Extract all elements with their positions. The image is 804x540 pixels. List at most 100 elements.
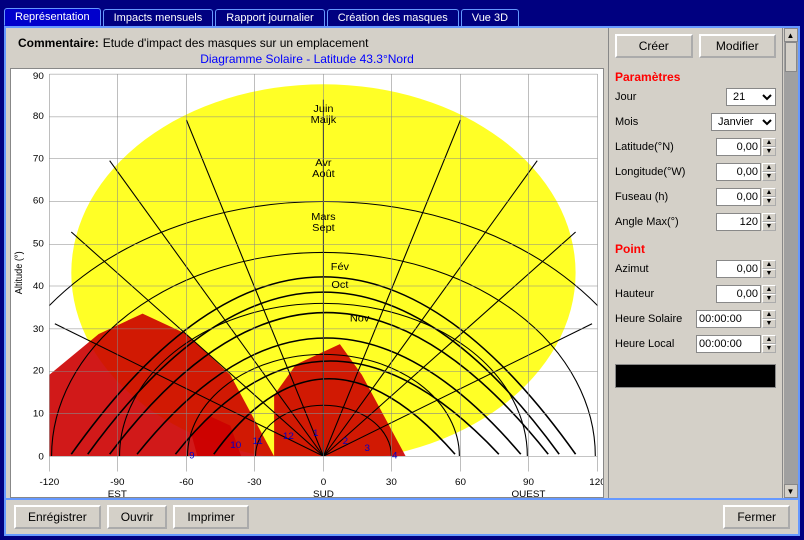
fuseau-arrows: ▲ ▼ bbox=[762, 188, 776, 206]
top-section: Commentaire: Etude d'impact des masques … bbox=[6, 28, 798, 498]
latitude-up[interactable]: ▲ bbox=[762, 138, 776, 147]
longitude-control: ▲ ▼ bbox=[716, 163, 776, 181]
svg-text:Fév: Fév bbox=[331, 261, 350, 273]
svg-text:30: 30 bbox=[33, 324, 44, 335]
azimut-input[interactable] bbox=[716, 260, 761, 278]
svg-text:10: 10 bbox=[33, 409, 44, 420]
ouvrir-button[interactable]: Ouvrir bbox=[107, 505, 168, 529]
heure-solaire-row: Heure Solaire ▲ ▼ bbox=[615, 310, 776, 328]
enregistrer-button[interactable]: Enrégistrer bbox=[14, 505, 101, 529]
hauteur-control: ▲ ▼ bbox=[716, 285, 776, 303]
svg-text:1: 1 bbox=[313, 428, 318, 439]
heure-local-input[interactable] bbox=[696, 335, 761, 353]
heure-solaire-up[interactable]: ▲ bbox=[762, 310, 776, 319]
jour-row: Jour 21 bbox=[615, 88, 776, 106]
diagram-area: Commentaire: Etude d'impact des masques … bbox=[6, 28, 608, 498]
fuseau-input[interactable] bbox=[716, 188, 761, 206]
svg-text:4: 4 bbox=[392, 451, 398, 462]
heure-local-control: ▲ ▼ bbox=[696, 335, 776, 353]
heure-local-down[interactable]: ▼ bbox=[762, 344, 776, 353]
heure-local-label: Heure Local bbox=[615, 338, 696, 350]
diagram-wrapper: Juin Maijk Avr Août Mars Sept Fév Oct No… bbox=[10, 68, 604, 498]
svg-text:-90: -90 bbox=[110, 477, 124, 488]
longitude-arrows: ▲ ▼ bbox=[762, 163, 776, 181]
imprimer-button[interactable]: Imprimer bbox=[173, 505, 248, 529]
color-box bbox=[615, 364, 776, 388]
tab-rapport-journalier[interactable]: Rapport journalier bbox=[215, 9, 324, 26]
latitude-arrows: ▲ ▼ bbox=[762, 138, 776, 156]
solar-diagram-svg: Juin Maijk Avr Août Mars Sept Fév Oct No… bbox=[11, 69, 603, 497]
azimut-up[interactable]: ▲ bbox=[762, 260, 776, 269]
hauteur-input[interactable] bbox=[716, 285, 761, 303]
tab-vue-3d[interactable]: Vue 3D bbox=[461, 9, 519, 26]
angle-max-down[interactable]: ▼ bbox=[762, 222, 776, 231]
svg-text:Sept: Sept bbox=[312, 222, 335, 234]
svg-text:90: 90 bbox=[33, 71, 44, 82]
main-content: Commentaire: Etude d'impact des masques … bbox=[4, 26, 800, 536]
angle-max-up[interactable]: ▲ bbox=[762, 213, 776, 222]
mois-control: Janvier Février Mars Avril Mai Juin Juil… bbox=[711, 113, 776, 131]
hauteur-up[interactable]: ▲ bbox=[762, 285, 776, 294]
hauteur-label: Hauteur bbox=[615, 288, 716, 300]
heure-solaire-input[interactable] bbox=[696, 310, 761, 328]
scroll-up-arrow[interactable]: ▲ bbox=[784, 28, 798, 42]
fuseau-down[interactable]: ▼ bbox=[762, 197, 776, 206]
svg-text:Oct: Oct bbox=[331, 279, 348, 291]
tab-representation[interactable]: Représentation bbox=[4, 8, 101, 26]
svg-text:-30: -30 bbox=[247, 477, 261, 488]
latitude-row: Latitude(°N) ▲ ▼ bbox=[615, 138, 776, 156]
longitude-down[interactable]: ▼ bbox=[762, 172, 776, 181]
latitude-input[interactable] bbox=[716, 138, 761, 156]
angle-max-input[interactable] bbox=[716, 213, 761, 231]
svg-text:40: 40 bbox=[33, 281, 44, 292]
creer-button[interactable]: Créer bbox=[615, 34, 693, 58]
svg-text:-60: -60 bbox=[179, 477, 193, 488]
svg-text:-120: -120 bbox=[40, 477, 60, 488]
fuseau-up[interactable]: ▲ bbox=[762, 188, 776, 197]
azimut-down[interactable]: ▼ bbox=[762, 269, 776, 278]
tab-creation-masques[interactable]: Création des masques bbox=[327, 9, 459, 26]
azimut-label: Azimut bbox=[615, 263, 716, 275]
svg-text:Août: Août bbox=[312, 168, 335, 180]
svg-text:12: 12 bbox=[283, 431, 294, 442]
svg-text:60: 60 bbox=[455, 477, 466, 488]
angle-max-arrows: ▲ ▼ bbox=[762, 213, 776, 231]
svg-text:60: 60 bbox=[33, 196, 44, 207]
latitude-control: ▲ ▼ bbox=[716, 138, 776, 156]
modifier-button[interactable]: Modifier bbox=[699, 34, 777, 58]
heure-local-up[interactable]: ▲ bbox=[762, 335, 776, 344]
comment-text: Etude d'impact des masques sur un emplac… bbox=[103, 36, 369, 50]
svg-text:0: 0 bbox=[321, 477, 326, 488]
hauteur-down[interactable]: ▼ bbox=[762, 294, 776, 303]
heure-solaire-down[interactable]: ▼ bbox=[762, 319, 776, 328]
svg-text:30: 30 bbox=[386, 477, 397, 488]
svg-text:Nov: Nov bbox=[350, 313, 370, 325]
mois-label: Mois bbox=[615, 116, 711, 128]
svg-text:Juin: Juin bbox=[313, 103, 333, 115]
jour-control: 21 bbox=[726, 88, 776, 106]
longitude-up[interactable]: ▲ bbox=[762, 163, 776, 172]
scroll-track[interactable] bbox=[784, 42, 798, 484]
latitude-down[interactable]: ▼ bbox=[762, 147, 776, 156]
point-title: Point bbox=[615, 242, 776, 256]
longitude-input[interactable] bbox=[716, 163, 761, 181]
svg-text:11: 11 bbox=[253, 436, 263, 447]
mois-select[interactable]: Janvier Février Mars Avril Mai Juin Juil… bbox=[711, 113, 776, 131]
fuseau-control: ▲ ▼ bbox=[716, 188, 776, 206]
svg-text:20: 20 bbox=[33, 366, 44, 377]
hauteur-row: Hauteur ▲ ▼ bbox=[615, 285, 776, 303]
azimut-row: Azimut ▲ ▼ bbox=[615, 260, 776, 278]
scroll-thumb[interactable] bbox=[785, 42, 797, 72]
svg-text:90: 90 bbox=[523, 477, 534, 488]
comment-row: Commentaire: Etude d'impact des masques … bbox=[10, 32, 604, 52]
fermer-button[interactable]: Fermer bbox=[723, 505, 790, 529]
jour-select[interactable]: 21 bbox=[726, 88, 776, 106]
tab-impacts-mensuels[interactable]: Impacts mensuels bbox=[103, 9, 214, 26]
angle-max-control: ▲ ▼ bbox=[716, 213, 776, 231]
svg-text:2: 2 bbox=[343, 436, 348, 447]
fuseau-label: Fuseau (h) bbox=[615, 191, 716, 203]
scroll-down-arrow[interactable]: ▼ bbox=[784, 484, 798, 498]
svg-text:50: 50 bbox=[33, 239, 44, 250]
hauteur-arrows: ▲ ▼ bbox=[762, 285, 776, 303]
comment-label: Commentaire: bbox=[18, 36, 99, 50]
